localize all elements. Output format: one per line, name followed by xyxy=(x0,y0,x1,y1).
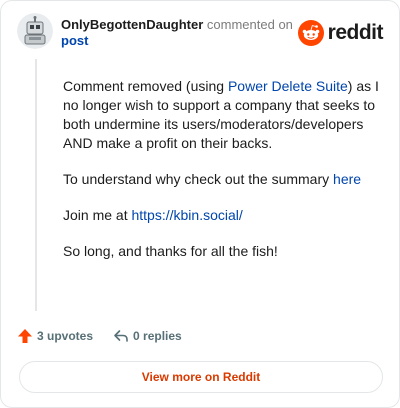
reddit-logo[interactable]: reddit xyxy=(297,20,384,46)
comment-actions: 3 upvotes 0 replies xyxy=(17,326,182,346)
comment-embed-card: OnlyBegottenDaughter commented on post r… xyxy=(0,0,400,408)
view-more-button[interactable]: View more on Reddit xyxy=(19,361,383,393)
paragraph-text: So long, and thanks for all the fish! xyxy=(63,243,278,259)
reply-count: 0 replies xyxy=(133,329,182,343)
comment-paragraph: Comment removed (using Power Delete Suit… xyxy=(63,77,383,153)
power-delete-suite-link[interactable]: Power Delete Suite xyxy=(228,78,348,94)
comment-paragraph: So long, and thanks for all the fish! xyxy=(63,242,383,261)
robot-avatar-icon[interactable] xyxy=(17,13,53,49)
reply-button[interactable]: 0 replies xyxy=(113,328,182,344)
paragraph-text: Join me at xyxy=(63,207,132,223)
comment-body: Comment removed (using Power Delete Suit… xyxy=(63,77,383,278)
comment-paragraph: Join me at https://kbin.social/ xyxy=(63,206,383,225)
paragraph-text: Comment removed (using xyxy=(63,78,228,94)
post-link[interactable]: post xyxy=(61,33,88,49)
comment-header: OnlyBegottenDaughter commented on post r… xyxy=(17,13,387,53)
upvote-count: 3 upvotes xyxy=(37,329,94,343)
upvote-arrow-icon xyxy=(18,329,32,343)
commented-on-label: commented on xyxy=(206,17,293,32)
comment-byline: OnlyBegottenDaughter commented on post xyxy=(61,17,301,49)
comment-paragraph: To understand why check out the summary … xyxy=(63,170,383,189)
summary-link[interactable]: here xyxy=(333,171,361,187)
reddit-alien-icon xyxy=(297,20,324,46)
kbin-link[interactable]: https://kbin.social/ xyxy=(131,207,242,223)
comment-author[interactable]: OnlyBegottenDaughter xyxy=(61,17,203,32)
thread-line xyxy=(35,59,37,311)
reddit-wordmark: reddit xyxy=(327,21,384,44)
paragraph-text: To understand why check out the summary xyxy=(63,171,334,187)
reply-arrow-icon xyxy=(114,330,128,342)
upvote-button[interactable]: 3 upvotes xyxy=(17,328,93,344)
